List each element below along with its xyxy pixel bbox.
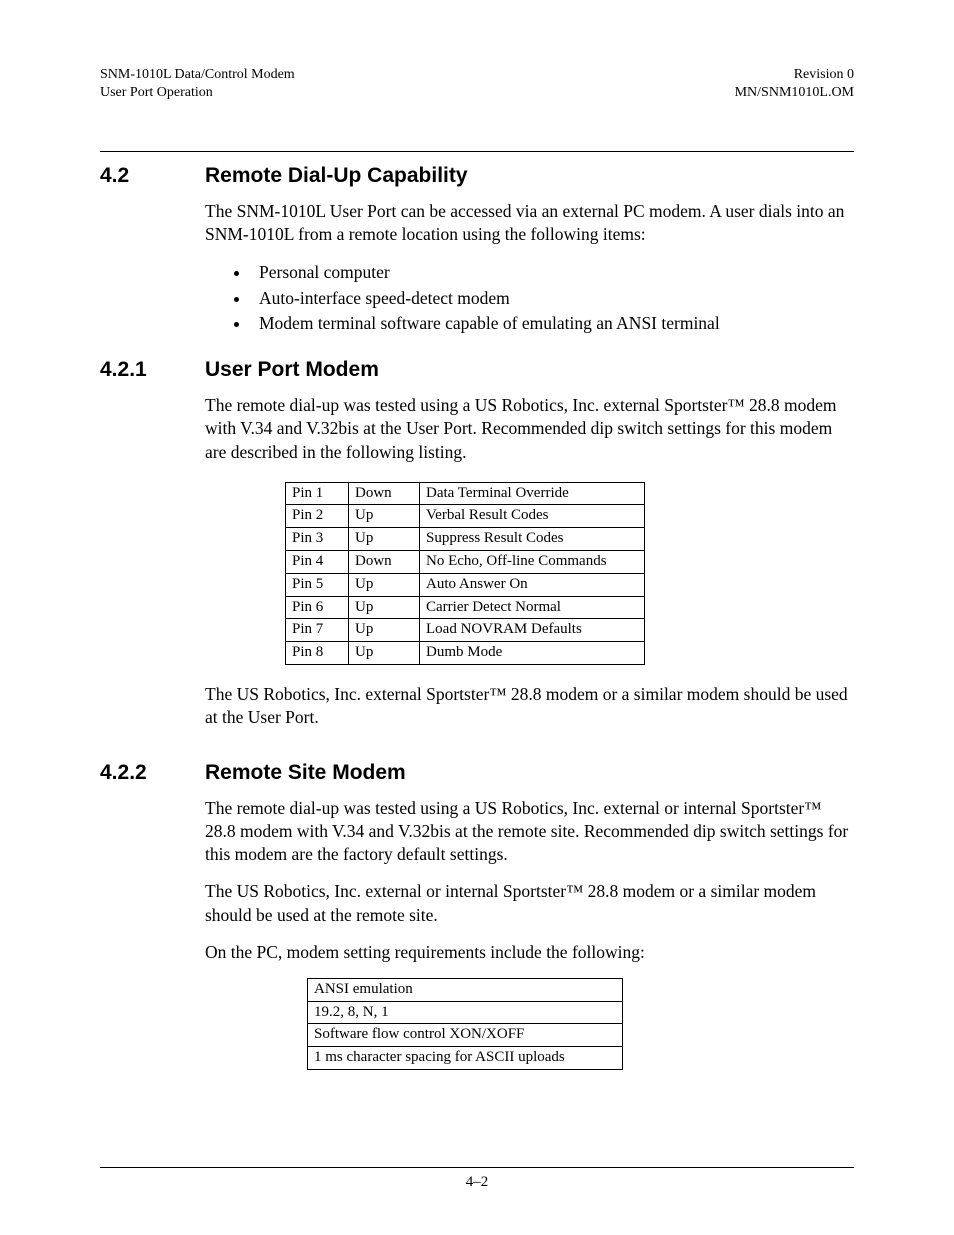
cell-pos: Up bbox=[349, 528, 420, 551]
cell-desc: Load NOVRAM Defaults bbox=[420, 619, 645, 642]
cell-pin: Pin 2 bbox=[286, 505, 349, 528]
cell-pos: Down bbox=[349, 482, 420, 505]
table-row: 1 ms character spacing for ASCII uploads bbox=[308, 1047, 623, 1070]
cell-desc: Suppress Result Codes bbox=[420, 528, 645, 551]
table-row: Pin 5 Up Auto Answer On bbox=[286, 573, 645, 596]
page-header: SNM-1010L Data/Control Modem Revision 0 bbox=[100, 66, 854, 84]
cell-pin: Pin 4 bbox=[286, 550, 349, 573]
rule-bottom bbox=[100, 1167, 854, 1168]
cell-pin: Pin 8 bbox=[286, 642, 349, 665]
cell-desc: Auto Answer On bbox=[420, 573, 645, 596]
list-item: Auto-interface speed-detect modem bbox=[251, 286, 854, 311]
cell: 19.2, 8, N, 1 bbox=[308, 1001, 623, 1024]
cell-desc: Data Terminal Override bbox=[420, 482, 645, 505]
heading-num: 4.2.2 bbox=[100, 761, 205, 785]
list-item: Personal computer bbox=[251, 260, 854, 285]
paragraph: The SNM-1010L User Port can be accessed … bbox=[205, 200, 854, 246]
header-left-1: SNM-1010L Data/Control Modem bbox=[100, 66, 295, 84]
table-row: ANSI emulation bbox=[308, 978, 623, 1001]
table-row: Pin 6 Up Carrier Detect Normal bbox=[286, 596, 645, 619]
page-header-2: User Port Operation MN/SNM1010L.OM bbox=[100, 84, 854, 102]
table-row: Pin 7 Up Load NOVRAM Defaults bbox=[286, 619, 645, 642]
cell-pos: Down bbox=[349, 550, 420, 573]
cell-pin: Pin 1 bbox=[286, 482, 349, 505]
header-right-1: Revision 0 bbox=[794, 66, 854, 84]
heading-title: User Port Modem bbox=[205, 358, 379, 382]
cell-pin: Pin 6 bbox=[286, 596, 349, 619]
page: SNM-1010L Data/Control Modem Revision 0 … bbox=[0, 0, 954, 1235]
section-4-2-2-body: The remote dial-up was tested using a US… bbox=[205, 797, 854, 1070]
table-row: Pin 8 Up Dumb Mode bbox=[286, 642, 645, 665]
table-row: Pin 1 Down Data Terminal Override bbox=[286, 482, 645, 505]
heading-num: 4.2 bbox=[100, 164, 205, 188]
cell-pos: Up bbox=[349, 596, 420, 619]
cell-desc: Carrier Detect Normal bbox=[420, 596, 645, 619]
cell-pos: Up bbox=[349, 573, 420, 596]
cell-desc: Verbal Result Codes bbox=[420, 505, 645, 528]
cell-pin: Pin 5 bbox=[286, 573, 349, 596]
header-left-2: User Port Operation bbox=[100, 84, 213, 102]
list-item: Modem terminal software capable of emula… bbox=[251, 311, 854, 336]
heading-4-2-1: 4.2.1 User Port Modem bbox=[100, 358, 854, 382]
cell-pos: Up bbox=[349, 619, 420, 642]
paragraph: The US Robotics, Inc. external Sportster… bbox=[205, 683, 854, 729]
heading-title: Remote Site Modem bbox=[205, 761, 406, 785]
table-row: Pin 3 Up Suppress Result Codes bbox=[286, 528, 645, 551]
heading-4-2-2: 4.2.2 Remote Site Modem bbox=[100, 761, 854, 785]
requirements-table: ANSI emulation 19.2, 8, N, 1 Software fl… bbox=[307, 978, 623, 1070]
dip-switch-table: Pin 1 Down Data Terminal Override Pin 2 … bbox=[285, 482, 645, 665]
cell-desc: No Echo, Off-line Commands bbox=[420, 550, 645, 573]
paragraph: On the PC, modem setting requirements in… bbox=[205, 941, 854, 964]
cell-pos: Up bbox=[349, 642, 420, 665]
section-4-2-1-body: The remote dial-up was tested using a US… bbox=[205, 394, 854, 729]
paragraph: The remote dial-up was tested using a US… bbox=[205, 797, 854, 866]
section-4-2-body: The SNM-1010L User Port can be accessed … bbox=[205, 200, 854, 336]
paragraph: The remote dial-up was tested using a US… bbox=[205, 394, 854, 463]
page-footer: 4–2 bbox=[100, 1167, 854, 1191]
cell-pos: Up bbox=[349, 505, 420, 528]
bullet-list: Personal computer Auto-interface speed-d… bbox=[205, 260, 854, 336]
table-row: 19.2, 8, N, 1 bbox=[308, 1001, 623, 1024]
heading-num: 4.2.1 bbox=[100, 358, 205, 382]
table-row: Pin 4 Down No Echo, Off-line Commands bbox=[286, 550, 645, 573]
header-right-2: MN/SNM1010L.OM bbox=[735, 84, 854, 102]
paragraph: The US Robotics, Inc. external or intern… bbox=[205, 880, 854, 926]
rule-top bbox=[100, 151, 854, 152]
cell-desc: Dumb Mode bbox=[420, 642, 645, 665]
cell-pin: Pin 3 bbox=[286, 528, 349, 551]
table-row: Software flow control XON/XOFF bbox=[308, 1024, 623, 1047]
cell: Software flow control XON/XOFF bbox=[308, 1024, 623, 1047]
page-number: 4–2 bbox=[100, 1174, 854, 1191]
cell: ANSI emulation bbox=[308, 978, 623, 1001]
heading-title: Remote Dial-Up Capability bbox=[205, 164, 468, 188]
table-row: Pin 2 Up Verbal Result Codes bbox=[286, 505, 645, 528]
heading-4-2: 4.2 Remote Dial-Up Capability bbox=[100, 164, 854, 188]
cell: 1 ms character spacing for ASCII uploads bbox=[308, 1047, 623, 1070]
cell-pin: Pin 7 bbox=[286, 619, 349, 642]
